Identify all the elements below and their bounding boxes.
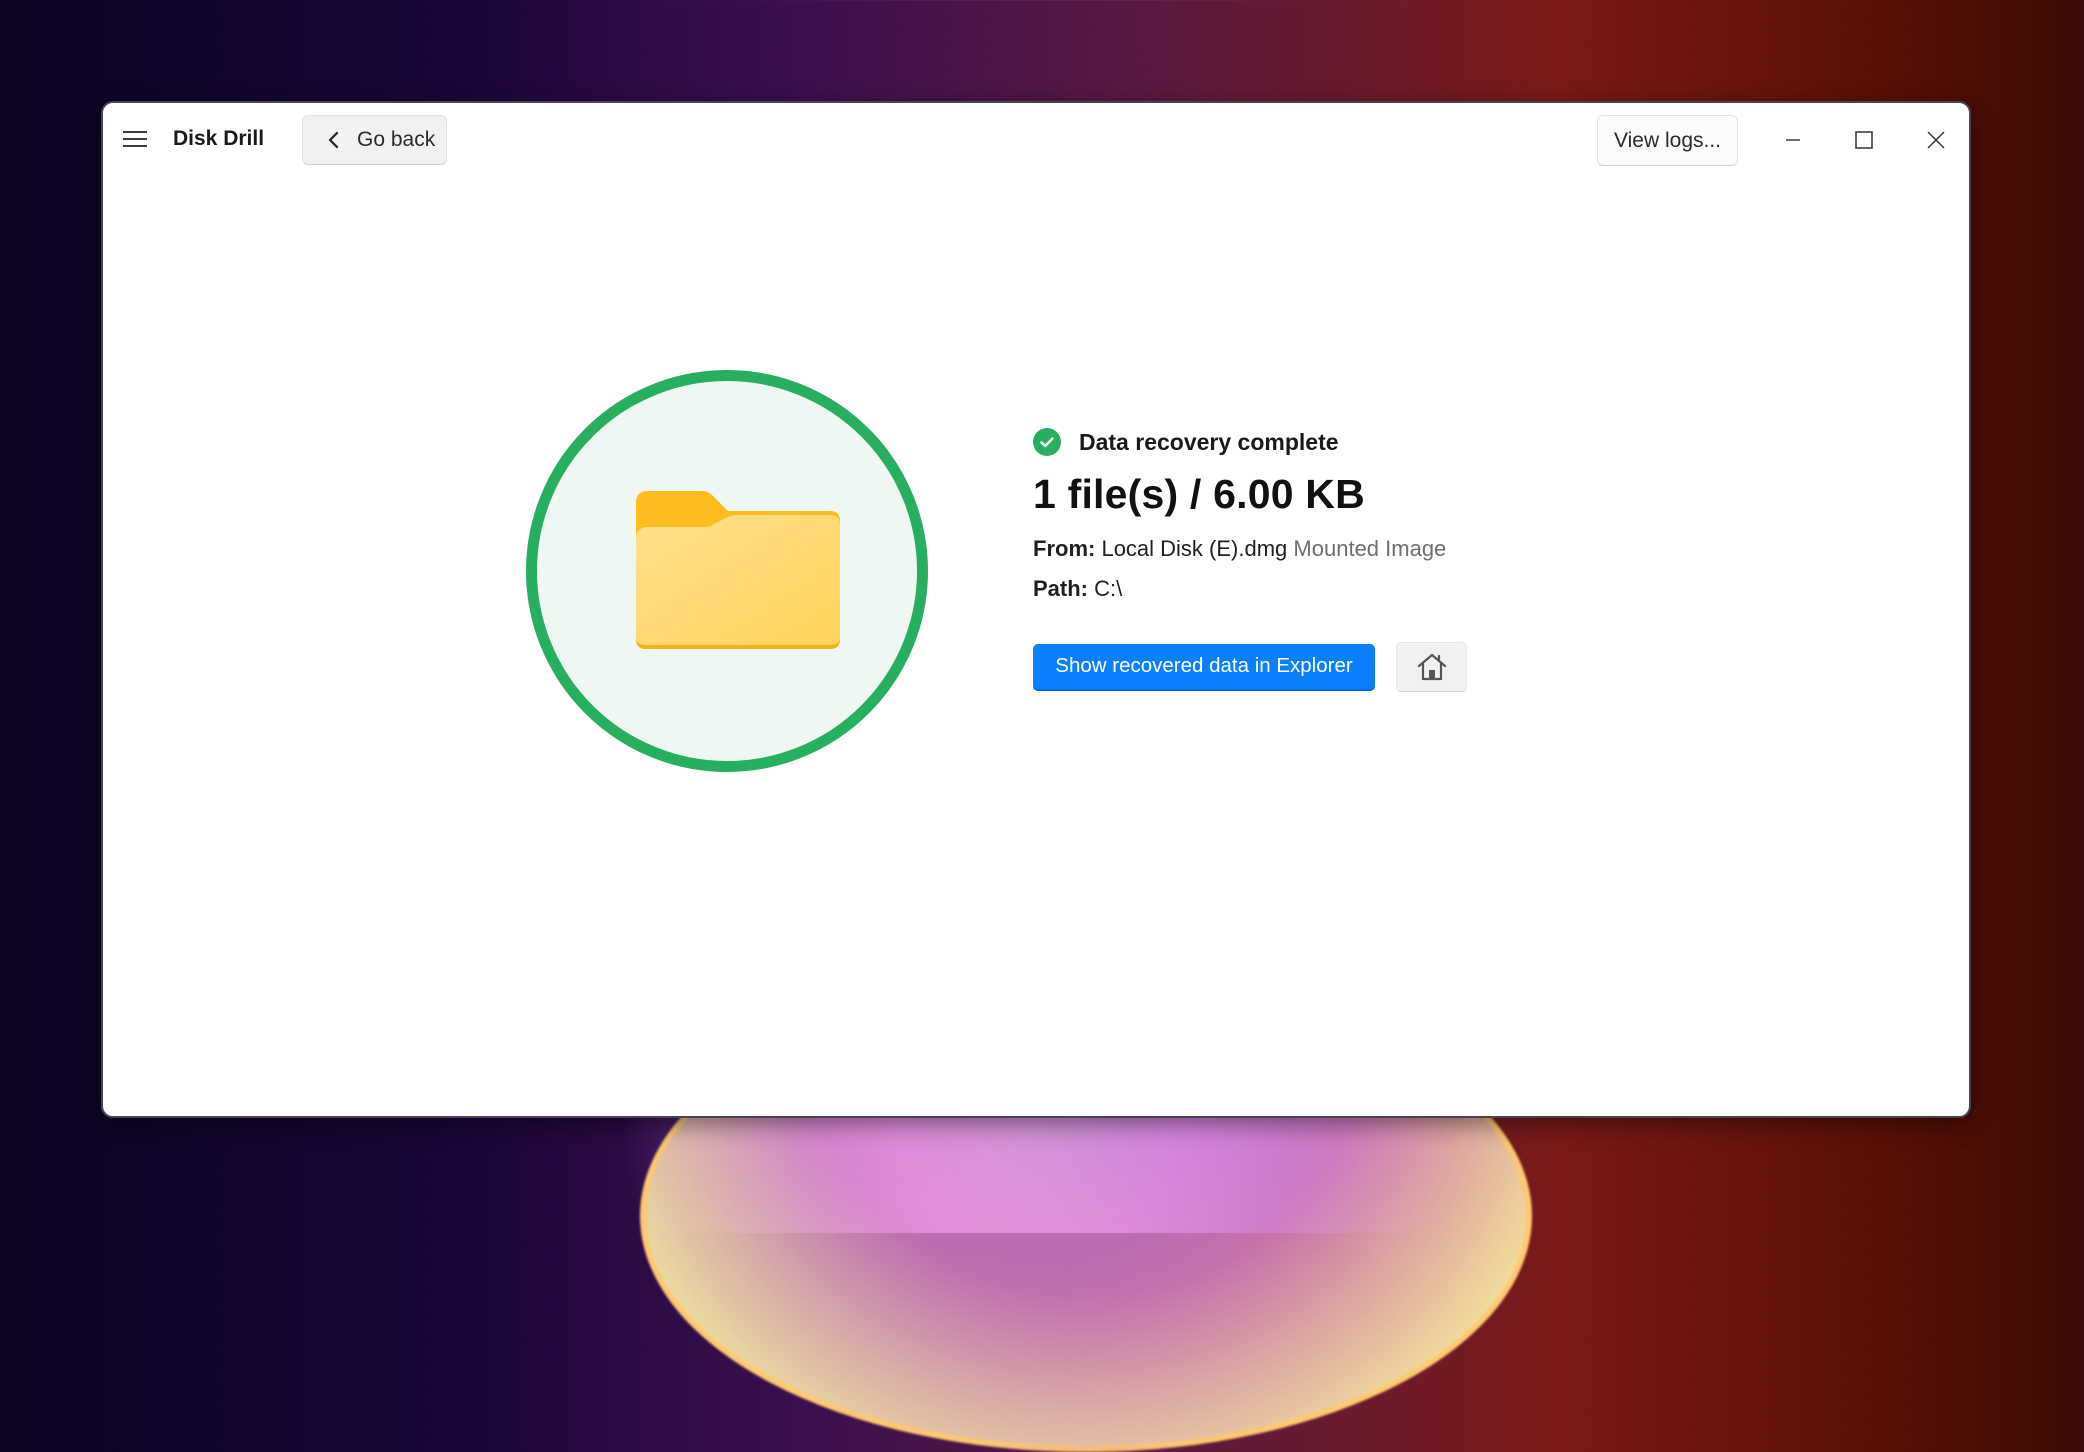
status-row: Data recovery complete [1033, 425, 1467, 459]
maximize-icon [1855, 131, 1873, 149]
maximize-button[interactable] [1834, 117, 1894, 163]
from-value: Local Disk (E).dmg [1101, 536, 1288, 561]
close-button[interactable] [1906, 117, 1966, 163]
close-icon [1927, 131, 1945, 149]
home-button[interactable] [1396, 642, 1467, 692]
home-icon [1417, 653, 1446, 681]
title-bar: Disk Drill Go back View logs... [103, 103, 1969, 177]
recovery-summary: 1 file(s) / 6.00 KB [1033, 471, 1365, 517]
minimize-button[interactable] [1763, 117, 1823, 163]
path-label: Path: [1033, 576, 1088, 601]
path-value: C:\ [1094, 576, 1123, 601]
recovery-illustration [526, 370, 928, 772]
chevron-left-icon [328, 131, 339, 149]
minimize-icon [1786, 139, 1800, 141]
from-type: Mounted Image [1293, 536, 1447, 561]
status-text: Data recovery complete [1079, 428, 1339, 455]
go-back-label: Go back [357, 128, 436, 151]
view-logs-button[interactable]: View logs... [1597, 115, 1738, 166]
path-detail: Path: C:\ [1033, 576, 1467, 602]
source-detail: From: Local Disk (E).dmg Mounted Image [1033, 536, 1467, 562]
go-back-button[interactable]: Go back [302, 115, 447, 165]
app-title: Disk Drill [173, 127, 265, 150]
show-in-explorer-button[interactable]: Show recovered data in Explorer [1033, 643, 1375, 691]
actions-row: Show recovered data in Explorer [1033, 642, 1467, 692]
folder-icon [636, 491, 840, 649]
hamburger-menu-icon[interactable] [123, 131, 147, 149]
recovery-info: Data recovery complete 1 file(s) / 6.00 … [1033, 425, 1467, 692]
check-circle-icon [1033, 428, 1061, 456]
from-label: From: [1033, 536, 1096, 561]
app-window: Disk Drill Go back View logs... Data rec… [101, 101, 1971, 1118]
